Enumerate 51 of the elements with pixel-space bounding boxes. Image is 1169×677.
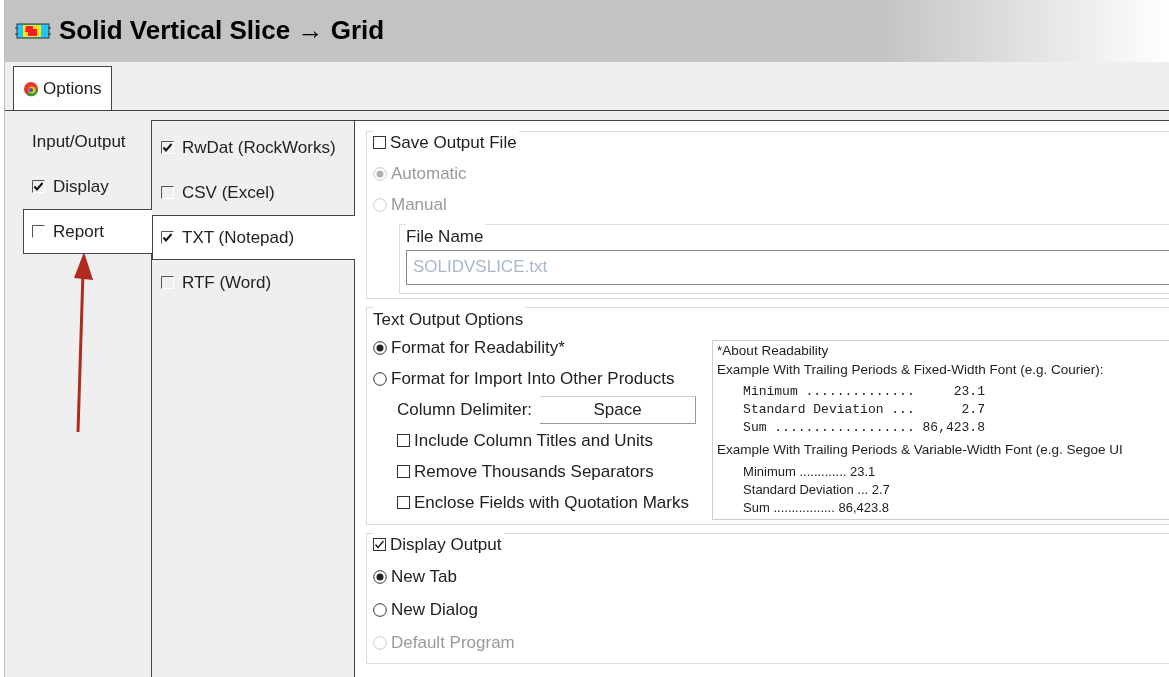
field-label: Column Delimiter: xyxy=(397,398,533,421)
radio-label[interactable]: Format for Import Into Other Products xyxy=(391,365,675,392)
group-label[interactable]: Display Output xyxy=(390,532,502,558)
checkbox[interactable] xyxy=(373,538,386,552)
delimiter-dropdown[interactable]: Space xyxy=(540,395,697,424)
example-line: Sum .................. 86,423.8 xyxy=(743,419,986,438)
example-caption: Example With Trailing Periods & Variable-Width Font (e.g. Segoe UI xyxy=(717,441,1124,460)
section-tab[interactable]: Input/Output xyxy=(23,119,151,164)
radio-label[interactable]: Format for Readability* xyxy=(391,334,565,361)
checkbox[interactable] xyxy=(32,180,45,193)
checkbox-label[interactable]: Remove Thousands Separators xyxy=(414,458,654,485)
tab-label[interactable]: TXT (Notepad) xyxy=(182,224,295,251)
example-line: Standard Deviation ... 2.7 xyxy=(743,401,986,420)
checkbox[interactable] xyxy=(161,276,174,289)
options-tab[interactable]: Options xyxy=(13,66,112,111)
section-tab[interactable]: Report xyxy=(23,209,152,254)
tab-label[interactable]: RTF (Word) xyxy=(182,269,272,296)
format-tab[interactable]: RwDat (RockWorks) xyxy=(152,125,354,170)
tab-label[interactable]: CSV (Excel) xyxy=(182,179,275,206)
example-caption: Example With Trailing Periods & Fixed-Width Font (e.g. Courier): xyxy=(717,361,1105,380)
radio-label[interactable]: New Tab xyxy=(391,564,457,590)
ball-icon xyxy=(23,81,39,97)
example-line: Sum ................. 86,423.8 xyxy=(743,499,891,518)
checkbox[interactable] xyxy=(161,231,174,244)
checkbox[interactable] xyxy=(161,141,174,154)
radio-label[interactable]: New Dialog xyxy=(391,597,478,623)
grid-map-icon xyxy=(15,21,51,41)
format-tab[interactable]: RTF (Word) xyxy=(152,260,354,305)
example-line: Standard Deviation ... 2.7 xyxy=(743,481,891,500)
example-line: Minimum .............. 23.1 xyxy=(743,383,986,402)
checkbox[interactable] xyxy=(161,186,174,199)
example-line: Minimum ............. 23.1 xyxy=(743,463,877,482)
section-tab[interactable]: Display xyxy=(23,164,151,209)
radio-button[interactable] xyxy=(373,371,387,386)
tab-label[interactable]: RwDat (RockWorks) xyxy=(182,134,336,161)
format-tab[interactable]: TXT (Notepad) xyxy=(152,215,355,260)
radio-button[interactable] xyxy=(373,602,387,617)
radio-button[interactable] xyxy=(373,340,387,355)
tab-label[interactable]: Report xyxy=(53,218,105,245)
group-label[interactable]: Save Output File xyxy=(390,129,517,156)
checkbox-label[interactable]: Enclose Fields with Quotation Marks xyxy=(414,489,689,516)
window-title: Solid Vertical Slice → Grid xyxy=(59,15,385,47)
checkbox[interactable] xyxy=(397,496,410,509)
checkbox-label[interactable]: Include Column Titles and Units xyxy=(414,427,654,454)
tab-label[interactable]: Display xyxy=(53,173,109,200)
checkbox[interactable] xyxy=(373,136,386,149)
radio-button[interactable] xyxy=(373,569,387,584)
checkbox[interactable] xyxy=(32,225,45,238)
format-tab[interactable]: CSV (Excel) xyxy=(152,170,354,215)
checkbox[interactable] xyxy=(397,434,410,447)
checkbox[interactable] xyxy=(397,465,410,478)
